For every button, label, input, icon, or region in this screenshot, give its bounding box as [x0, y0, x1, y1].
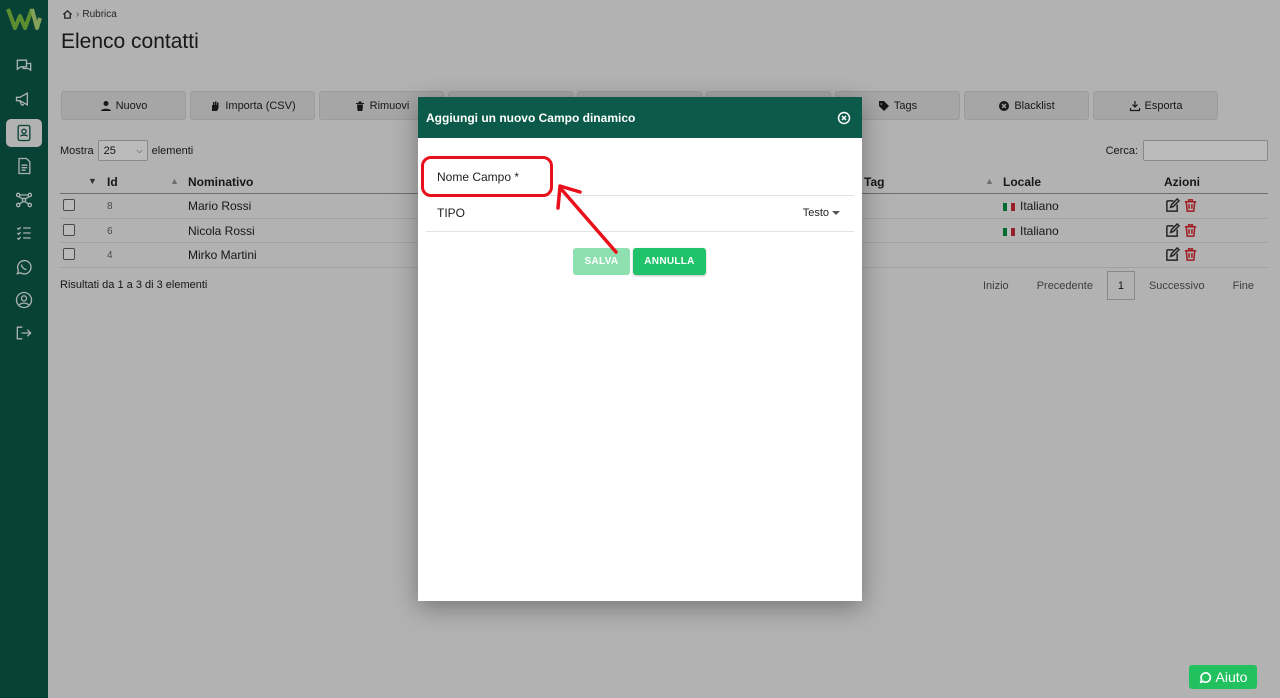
highlight-annotation	[421, 156, 553, 197]
modal-header: Aggiungi un nuovo Campo dinamico	[418, 97, 862, 138]
help-button[interactable]: Aiuto	[1189, 665, 1257, 689]
caret-down-icon	[832, 211, 840, 215]
field-type-row: TIPO Testo	[426, 195, 854, 232]
field-type-label: TIPO	[437, 206, 466, 220]
arrow-annotation	[556, 184, 618, 254]
field-type-select[interactable]: Testo	[803, 207, 840, 219]
modal-title: Aggiungi un nuovo Campo dinamico	[426, 110, 636, 125]
close-icon[interactable]	[837, 111, 851, 125]
cancel-button[interactable]: ANNULLA	[633, 248, 706, 275]
whatsapp-icon	[1199, 671, 1211, 683]
